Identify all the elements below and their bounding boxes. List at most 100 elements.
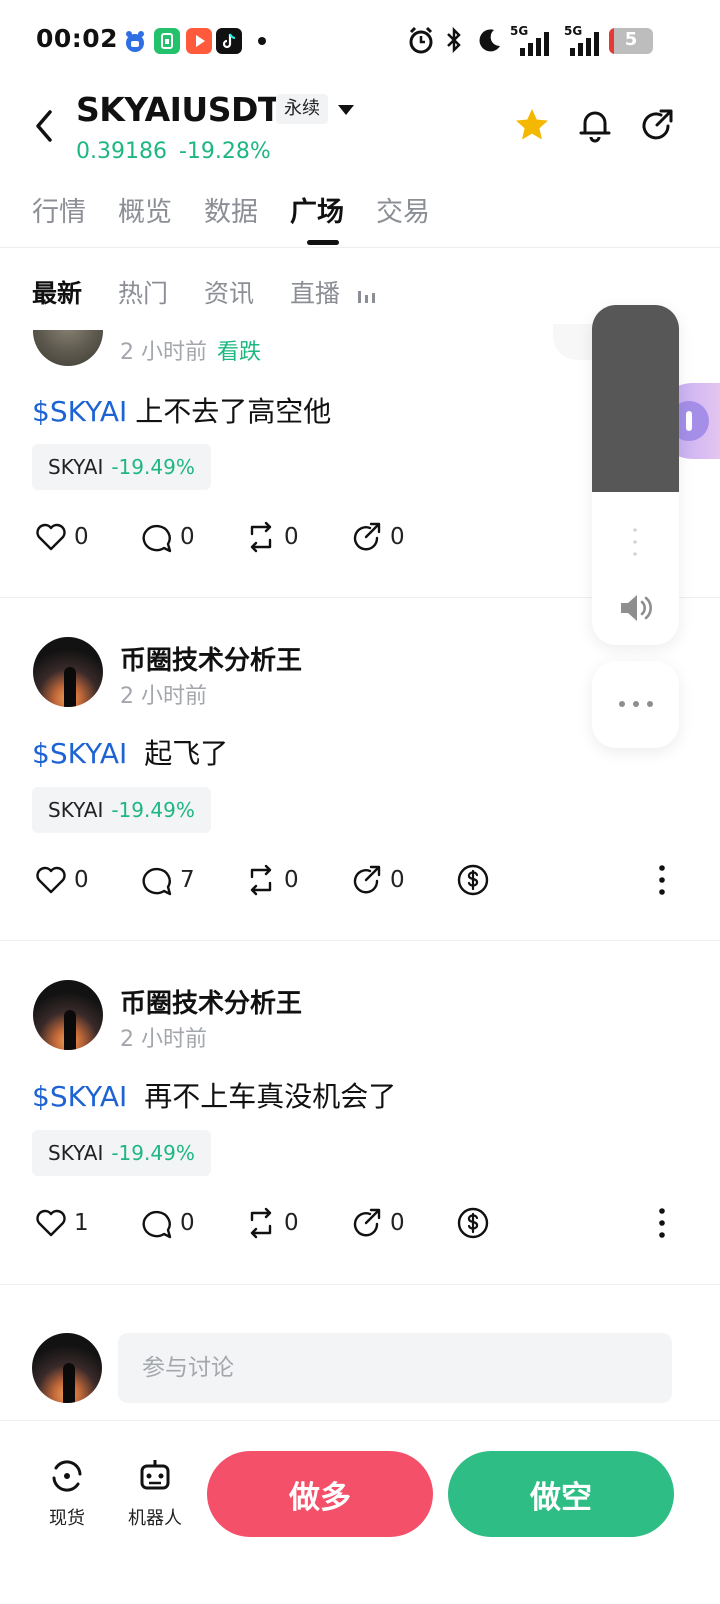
back-icon[interactable] — [28, 104, 62, 148]
contract-type-badge[interactable]: 永续 — [276, 94, 328, 124]
go-short-button[interactable]: 做空 — [448, 1451, 674, 1537]
ticker-link[interactable]: $SKYAI — [32, 395, 127, 428]
ticker-link[interactable]: $SKYAI — [32, 1080, 127, 1113]
robot-icon — [140, 1460, 170, 1490]
price-line: 0.39186 -19.28% — [76, 139, 283, 164]
comment-input[interactable] — [118, 1333, 672, 1403]
tip-button[interactable] — [456, 862, 490, 898]
avatar[interactable] — [33, 980, 103, 1050]
comment-icon — [142, 524, 172, 553]
heart-icon — [36, 523, 66, 551]
repost-button[interactable]: 0 — [244, 862, 299, 898]
like-button[interactable]: 1 — [34, 1205, 89, 1241]
slider-handle-icon[interactable] — [633, 527, 637, 557]
go-long-button[interactable]: 做多 — [207, 1451, 433, 1537]
battery-level: 5 — [624, 29, 638, 50]
like-button[interactable]: 0 — [34, 862, 89, 898]
post-3[interactable]: 币圈技术分析王 2 小时前 $SKYAI 再不上车真没机会了 SKYAI -19.… — [0, 943, 720, 1283]
share-icon — [353, 865, 381, 894]
ticker-link[interactable]: $SKYAI — [32, 737, 127, 770]
author-name[interactable]: 币圈技术分析王 — [120, 640, 302, 677]
more-vertical-icon[interactable] — [652, 862, 672, 898]
comment-button[interactable]: 7 — [140, 862, 195, 898]
tab-market[interactable]: 行情 — [32, 190, 86, 229]
signal-icon: 5G — [510, 24, 550, 56]
signal-icon-2: 5G — [556, 24, 600, 56]
spot-button[interactable]: 现货 — [32, 1456, 102, 1536]
repost-icon — [250, 521, 272, 553]
tab-trade[interactable]: 交易 — [376, 190, 430, 229]
status-time: 00:02 — [36, 24, 119, 53]
share-post-button[interactable]: 0 — [350, 862, 405, 898]
last-price: 0.39186 — [76, 139, 167, 164]
price-change: -19.28% — [178, 139, 271, 164]
avatar — [32, 1333, 102, 1403]
bluetooth-icon — [447, 26, 461, 54]
subtab-live[interactable]: 直播 — [290, 274, 340, 310]
live-bars-icon — [358, 291, 375, 303]
post-content: $SKYAI 再不上车真没机会了 — [32, 1080, 397, 1113]
moon-icon — [479, 29, 500, 52]
share-icon[interactable] — [638, 106, 676, 144]
heart-icon — [36, 866, 66, 894]
dollar-coin-icon — [457, 864, 489, 896]
repost-button[interactable]: 0 — [244, 1205, 299, 1241]
volume-slider[interactable] — [592, 305, 679, 645]
tip-button[interactable] — [456, 1205, 490, 1241]
repost-icon — [250, 1207, 272, 1239]
spot-swap-icon — [52, 1460, 82, 1492]
coin-chip[interactable]: SKYAI -19.49% — [32, 787, 211, 833]
comment-button[interactable]: 0 — [140, 519, 195, 555]
sentiment-tag: 看跌 — [217, 340, 262, 365]
divider — [0, 940, 720, 941]
video-app-icon — [186, 28, 212, 54]
subtab-latest[interactable]: 最新 — [32, 274, 82, 310]
comment-icon — [142, 867, 172, 896]
avatar[interactable] — [33, 637, 103, 707]
volume-level — [592, 305, 679, 492]
subtab-news[interactable]: 资讯 — [204, 274, 254, 310]
avatar[interactable] — [33, 330, 103, 366]
share-post-button[interactable]: 0 — [350, 1205, 405, 1241]
post-time: 2 小时前 — [120, 684, 207, 709]
coin-chip[interactable]: SKYAI -19.49% — [32, 1130, 211, 1176]
tab-overview[interactable]: 概览 — [118, 190, 172, 229]
bot-button[interactable]: 机器人 — [120, 1456, 190, 1536]
tiktok-icon — [216, 28, 242, 54]
bell-icon[interactable] — [576, 106, 614, 144]
heart-icon — [36, 1209, 66, 1237]
divider — [0, 1420, 720, 1421]
speaker-icon[interactable] — [615, 588, 655, 628]
bot-label: 机器人 — [128, 1508, 182, 1529]
tab-data[interactable]: 数据 — [204, 190, 258, 229]
chevron-down-icon[interactable] — [336, 102, 356, 118]
alarm-icon — [409, 26, 433, 54]
like-button[interactable]: 0 — [34, 519, 89, 555]
status-bar: 00:02 5G 5G 5 — [0, 0, 720, 80]
post-time: 2 小时前 — [120, 1027, 207, 1052]
spot-label: 现货 — [49, 1508, 85, 1529]
green-app-icon — [154, 28, 180, 54]
author-name[interactable]: 币圈技术分析王 — [120, 983, 302, 1020]
post-2[interactable]: 币圈技术分析王 2 小时前 $SKYAI 起飞了 SKYAI -19.49% 0 … — [0, 600, 720, 940]
baidu-app-icon — [122, 28, 148, 54]
tab-square[interactable]: 广场 — [290, 190, 344, 229]
comment-icon — [142, 1210, 172, 1239]
active-tab-indicator — [307, 240, 339, 245]
notification-dot — [258, 37, 266, 45]
star-icon[interactable] — [513, 106, 551, 144]
share-icon — [353, 522, 381, 551]
repost-button[interactable]: 0 — [244, 519, 299, 555]
more-vertical-icon[interactable] — [652, 1205, 672, 1241]
divider — [0, 1284, 720, 1285]
post-content: $SKYAI 上不去了高空他 — [32, 395, 332, 428]
post-content: $SKYAI 起飞了 — [32, 737, 229, 770]
volume-more-button[interactable] — [592, 661, 679, 748]
pair-name[interactable]: SKYAIUSDT — [76, 90, 280, 129]
share-post-button[interactable]: 0 — [350, 519, 405, 555]
more-horizontal-icon — [619, 701, 653, 707]
subtab-hot[interactable]: 热门 — [118, 274, 168, 310]
coin-chip[interactable]: SKYAI -19.49% — [32, 444, 211, 490]
main-tabs: 行情 概览 数据 广场 交易 — [0, 186, 720, 248]
comment-button[interactable]: 0 — [140, 1205, 195, 1241]
